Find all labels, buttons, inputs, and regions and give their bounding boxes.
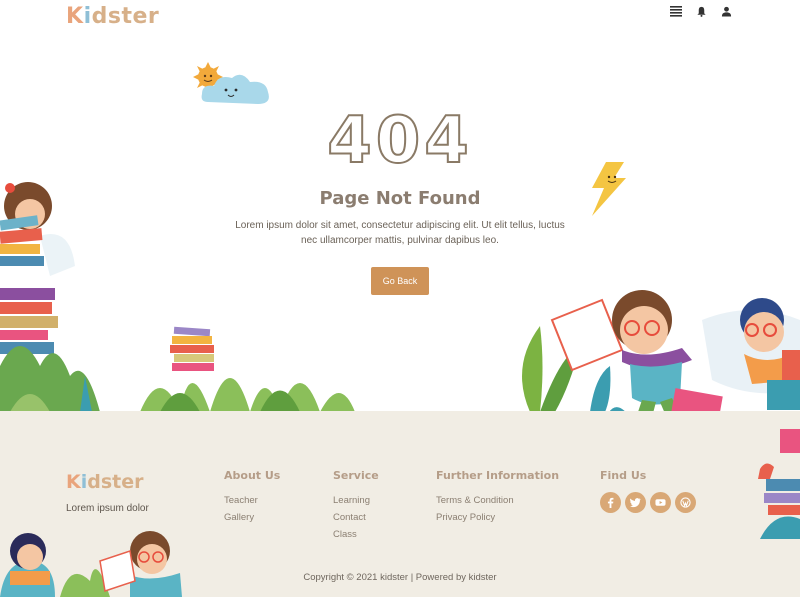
footer-link-class[interactable]: Class [333, 526, 379, 543]
footer-col-about: About Us Teacher Gallery [224, 469, 280, 526]
sun-cloud-illustration [193, 62, 269, 104]
footer-col-find: Find Us [600, 469, 696, 513]
footer-link-contact[interactable]: Contact [333, 509, 379, 526]
page-title: Page Not Found [319, 188, 481, 209]
footer-tagline: Lorem ipsum dolor [66, 503, 149, 514]
footer-col-service: Service Learning Contact Class [333, 469, 379, 543]
footer-heading-further: Further Information [436, 469, 560, 482]
error-code: 404 [326, 103, 473, 179]
footer-link-privacy[interactable]: Privacy Policy [436, 509, 559, 526]
copyright: Copyright © 2021 kidster | Powered by ki… [303, 572, 497, 583]
user-icon[interactable] [721, 6, 732, 17]
footer-heading-find: Find Us [600, 469, 647, 482]
footer-books-illustration [758, 429, 800, 539]
footer-col-further: Further Information Terms & Condition Pr… [436, 469, 559, 526]
kid-with-books-illustration [0, 182, 100, 412]
twitter-icon[interactable] [625, 492, 646, 513]
facebook-icon[interactable] [600, 492, 621, 513]
bell-icon[interactable] [696, 6, 707, 17]
books-and-grass-illustration [140, 326, 355, 412]
footer-link-gallery[interactable]: Gallery [224, 509, 280, 526]
footer-link-teacher[interactable]: Teacher [224, 492, 280, 509]
wordpress-icon[interactable] [675, 492, 696, 513]
go-back-button[interactable]: Go Back [371, 267, 429, 295]
footer-logo[interactable]: Kidster [66, 471, 144, 493]
site-logo[interactable]: Kidster [66, 4, 159, 29]
footer-kids-illustration [0, 531, 182, 597]
footer: Kidster Lorem ipsum dolor About Us Teach… [0, 411, 800, 597]
footer-link-terms[interactable]: Terms & Condition [436, 492, 559, 509]
error-description: Lorem ipsum dolor sit amet, consectetur … [235, 220, 565, 246]
footer-heading-service: Service [333, 469, 379, 482]
header-icons [670, 5, 732, 17]
social-links [600, 492, 696, 513]
footer-link-learning[interactable]: Learning [333, 492, 379, 509]
page: Kidster 404 Page Not Found Lorem ipsum d… [0, 0, 800, 597]
menu-icon[interactable] [670, 5, 682, 17]
footer-heading-about: About Us [224, 469, 281, 482]
youtube-icon[interactable] [650, 492, 671, 513]
